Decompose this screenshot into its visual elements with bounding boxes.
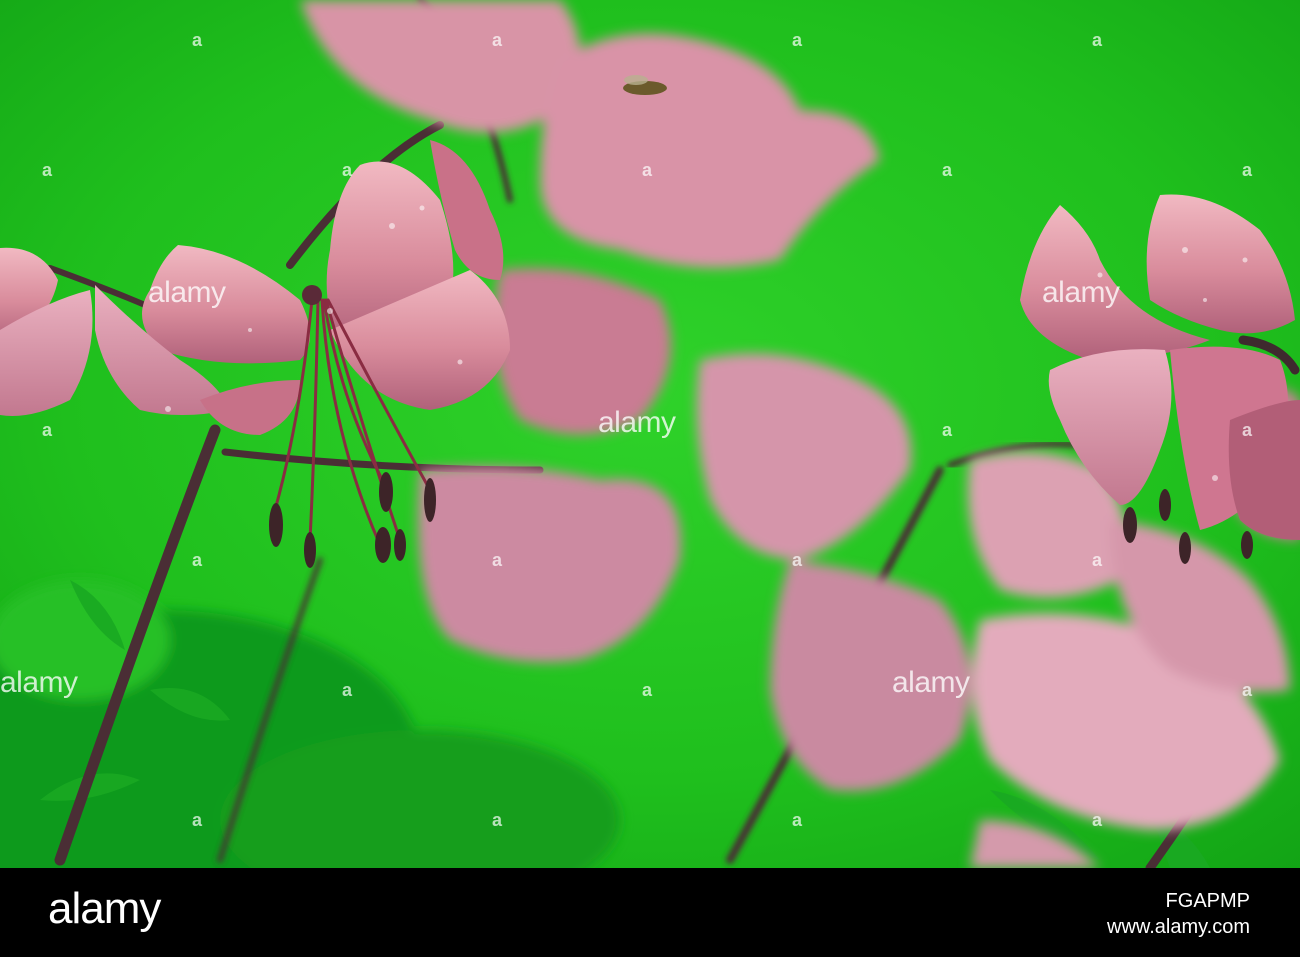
watermark-mark: a [1242, 160, 1253, 180]
site-domain: www.alamy.com [1107, 916, 1250, 938]
watermark-mark: a [492, 810, 503, 830]
watermark-mark: a [792, 550, 803, 570]
watermark-mark: a [1092, 810, 1103, 830]
watermark-mark: a [1092, 30, 1103, 50]
watermark-mark: a [42, 160, 53, 180]
watermark-mark: a [1242, 420, 1253, 440]
watermark-mark: a [942, 160, 953, 180]
watermark-mark: a [192, 550, 203, 570]
watermark-mark: a [492, 550, 503, 570]
watermark-mark: a [1242, 680, 1253, 700]
watermark-mark: a [942, 420, 953, 440]
image-id: FGAPMP [1165, 890, 1250, 912]
watermark-text: alamy [598, 406, 676, 439]
watermark-mark: a [792, 810, 803, 830]
watermark-mark: a [192, 30, 203, 50]
watermark-mark: a [642, 680, 653, 700]
watermark-mark: a [1092, 550, 1103, 570]
watermark-mark: a [192, 810, 203, 830]
watermark-mark: a [342, 160, 353, 180]
footer-bar: alamy FGAPMP www.alamy.com [0, 868, 1300, 957]
watermark-mark: a [342, 680, 353, 700]
watermark-mark: a [42, 420, 53, 440]
watermark-text: alamy [1042, 276, 1120, 309]
watermark-text: alamy [148, 276, 226, 309]
watermark-text: alamy [892, 666, 970, 699]
watermark-mark: a [792, 30, 803, 50]
alamy-logo: alamy [48, 884, 161, 933]
watermark-mark: a [492, 30, 503, 50]
watermark-text: alamy [0, 666, 78, 699]
watermark-mark: a [642, 160, 653, 180]
